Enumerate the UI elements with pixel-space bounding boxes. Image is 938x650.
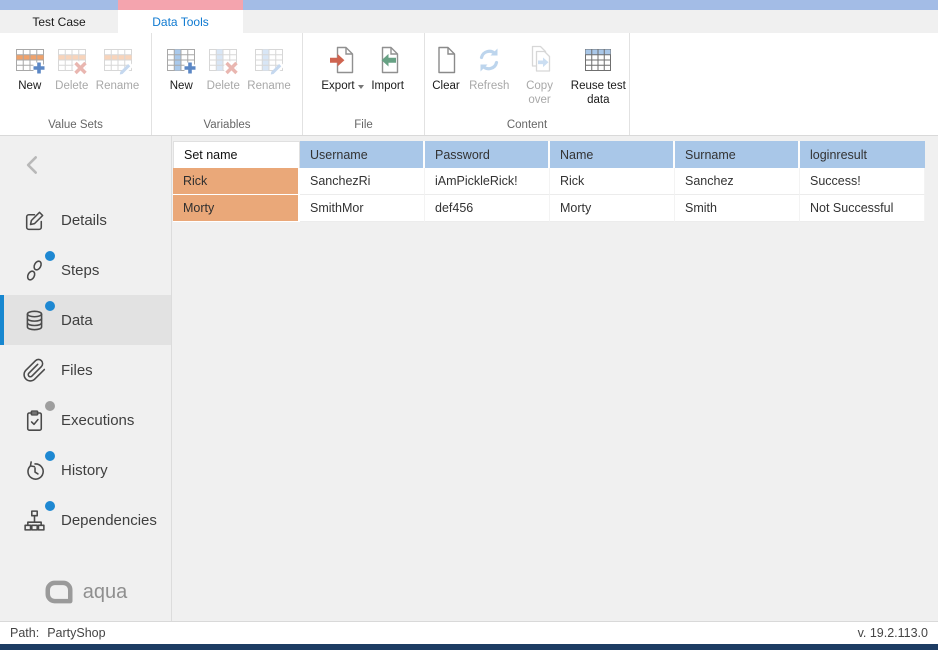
clear-page-icon <box>430 44 462 76</box>
sidebar-item-history[interactable]: History <box>0 445 171 495</box>
history-badge <box>45 451 55 461</box>
table-row-delete-icon <box>56 44 88 76</box>
ribbon-group-variables: New Delete Rename Variables <box>152 33 303 135</box>
column-header-name: Name <box>550 141 675 168</box>
table-column-delete-icon <box>207 44 239 76</box>
value-sets-new-button[interactable]: New <box>9 39 51 96</box>
steps-badge <box>45 251 55 261</box>
sidebar-item-steps[interactable]: Steps <box>0 245 171 295</box>
table-cell[interactable]: iAmPickleRick! <box>425 168 550 195</box>
sidebar-item-dependencies[interactable]: Dependencies <box>0 495 171 545</box>
window-bottom-strip <box>0 644 938 650</box>
value-sets-delete-button[interactable]: Delete <box>51 39 93 96</box>
table-cell[interactable]: SmithMor <box>300 195 425 222</box>
chevron-left-icon[interactable] <box>20 152 46 178</box>
history-icon <box>22 458 47 483</box>
group-label-variables: Variables <box>152 119 302 131</box>
table-cell[interactable]: Success! <box>800 168 925 195</box>
dropdown-arrow-icon <box>358 85 364 89</box>
export-icon <box>327 44 359 76</box>
copy-over-button[interactable]: Copy over <box>511 39 567 110</box>
sidebar-item-label: Files <box>61 362 93 379</box>
ribbon: New Delete Rename Value Sets <box>0 33 938 136</box>
ribbon-group-file: Export Import File <box>303 33 425 135</box>
aqua-logo-text: aqua <box>83 581 128 604</box>
aqua-logo-icon <box>44 579 74 605</box>
group-label-file: File <box>303 119 424 131</box>
clear-button[interactable]: Clear <box>425 39 467 96</box>
org-chart-icon <box>22 508 47 533</box>
sidebar-item-files[interactable]: Files <box>0 345 171 395</box>
table-row: Rick SanchezRi iAmPickleRick! Rick Sanch… <box>173 168 925 195</box>
table-cell[interactable]: Smith <box>675 195 800 222</box>
ribbon-tab-bar: Test Case Data Tools <box>0 10 938 33</box>
edit-icon <box>22 208 47 233</box>
version-label: v. 19.2.113.0 <box>858 626 928 640</box>
table-cell[interactable]: Morty <box>550 195 675 222</box>
set-name-cell[interactable]: Rick <box>173 168 300 195</box>
steps-icon <box>22 258 47 283</box>
data-badge <box>45 301 55 311</box>
export-button[interactable]: Export <box>318 39 366 96</box>
table-row: Morty SmithMor def456 Morty Smith Not Su… <box>173 195 925 222</box>
group-label-value-sets: Value Sets <box>0 119 151 131</box>
reuse-test-data-button[interactable]: Reuse test data <box>568 39 629 110</box>
ribbon-group-value-sets: New Delete Rename Value Sets <box>0 33 152 135</box>
ribbon-group-content: Clear Refresh Copy over <box>425 33 630 135</box>
copy-over-icon <box>524 44 556 76</box>
sidebar: Details Steps Data <box>0 136 172 621</box>
table-column-new-icon <box>165 44 197 76</box>
table-header-row: Set name Username Password Name Surname … <box>173 141 925 168</box>
sidebar-item-data[interactable]: Data <box>0 295 171 345</box>
import-icon <box>372 44 404 76</box>
table-row-new-icon <box>14 44 46 76</box>
variables-delete-button[interactable]: Delete <box>202 39 244 96</box>
path-value: PartyShop <box>47 626 105 640</box>
set-name-cell[interactable]: Morty <box>173 195 300 222</box>
active-tab-highlight <box>118 0 243 10</box>
sidebar-item-executions[interactable]: Executions <box>0 395 171 445</box>
dependencies-badge <box>45 501 55 511</box>
table-cell[interactable]: def456 <box>425 195 550 222</box>
sidebar-item-label: Dependencies <box>61 512 157 529</box>
table-cell[interactable]: Rick <box>550 168 675 195</box>
sidebar-item-label: Steps <box>61 262 99 279</box>
sidebar-item-label: Executions <box>61 412 134 429</box>
refresh-icon <box>473 44 505 76</box>
tab-test-case[interactable]: Test Case <box>0 10 118 33</box>
import-button[interactable]: Import <box>367 39 409 96</box>
table-column-rename-icon <box>253 44 285 76</box>
paperclip-icon <box>22 358 47 383</box>
sidebar-item-label: Details <box>61 212 107 229</box>
table-cell[interactable]: Sanchez <box>675 168 800 195</box>
status-bar: Path: PartyShop v. 19.2.113.0 <box>0 621 938 644</box>
column-header-set-name: Set name <box>173 141 300 168</box>
column-header-loginresult: loginresult <box>800 141 925 168</box>
executions-badge <box>45 401 55 411</box>
reuse-test-data-icon <box>582 44 614 76</box>
clipboard-check-icon <box>22 408 47 433</box>
column-header-username: Username <box>300 141 425 168</box>
table-row-rename-icon <box>102 44 134 76</box>
refresh-button[interactable]: Refresh <box>467 39 511 96</box>
column-header-surname: Surname <box>675 141 800 168</box>
value-sets-rename-button[interactable]: Rename <box>93 39 142 96</box>
sidebar-item-label: Data <box>61 312 93 329</box>
path-label: Path: <box>10 626 39 640</box>
table-cell[interactable]: SanchezRi <box>300 168 425 195</box>
tab-data-tools[interactable]: Data Tools <box>118 10 243 33</box>
group-label-content: Content <box>425 119 629 131</box>
variables-rename-button[interactable]: Rename <box>244 39 293 96</box>
sidebar-item-label: History <box>61 462 108 479</box>
value-set-table: Set name Username Password Name Surname … <box>173 141 925 222</box>
table-cell[interactable]: Not Successful <box>800 195 925 222</box>
aqua-logo: aqua <box>0 579 171 605</box>
database-icon <box>22 308 47 333</box>
variables-new-button[interactable]: New <box>160 39 202 96</box>
window-accent-strip <box>0 0 938 10</box>
sidebar-item-details[interactable]: Details <box>0 195 171 245</box>
column-header-password: Password <box>425 141 550 168</box>
